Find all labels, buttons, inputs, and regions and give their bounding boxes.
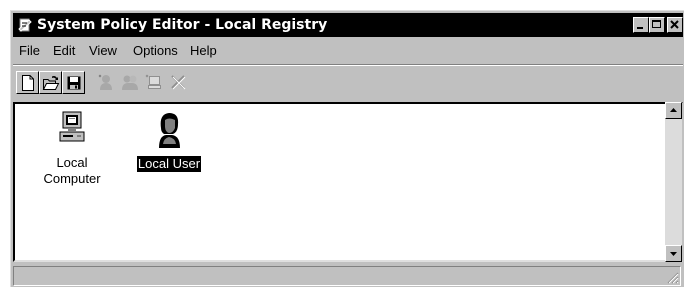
add-computer-button[interactable]	[143, 71, 166, 94]
remove-button[interactable]	[167, 71, 190, 94]
scroll-track[interactable]	[665, 119, 682, 245]
window-title: System Policy Editor - Local Registry	[37, 17, 328, 33]
computer-icon[interactable]	[54, 110, 90, 150]
vertical-scrollbar[interactable]	[665, 102, 682, 262]
add-group-icon	[122, 75, 138, 90]
add-group-button[interactable]	[119, 71, 142, 94]
open-folder-icon	[42, 76, 60, 90]
close-icon	[670, 20, 679, 29]
new-document-icon	[22, 75, 34, 91]
item-label: Local Computer	[43, 155, 101, 186]
policy-editor-window: System Policy Editor - Local Registry Fi…	[10, 10, 684, 287]
policy-editor-icon[interactable]	[17, 17, 33, 33]
save-button[interactable]	[62, 71, 85, 94]
list-item-local-computer[interactable]: Local Computer	[27, 110, 117, 188]
resize-grip-icon[interactable]	[665, 270, 679, 284]
add-user-icon	[98, 74, 112, 90]
remove-x-icon	[171, 75, 186, 90]
save-disk-icon	[67, 76, 81, 90]
menu-edit[interactable]: Edit	[53, 43, 75, 59]
minimize-button[interactable]	[633, 17, 649, 33]
menu-view[interactable]: View	[89, 43, 117, 59]
toolbar-separator	[13, 64, 683, 66]
menu-options[interactable]: Options	[133, 43, 178, 59]
scroll-up-button[interactable]	[665, 102, 682, 119]
policy-list-view[interactable]: Local Computer Local User	[13, 102, 683, 262]
close-button[interactable]	[667, 17, 683, 33]
toolbar	[13, 68, 683, 98]
menu-file[interactable]: File	[19, 43, 40, 59]
menu-help[interactable]: Help	[190, 43, 217, 59]
status-bar	[13, 266, 683, 286]
maximize-button[interactable]	[649, 17, 665, 33]
open-button[interactable]	[39, 71, 62, 94]
add-computer-icon	[145, 74, 161, 89]
maximize-icon	[652, 20, 661, 28]
arrow-down-icon	[670, 252, 677, 256]
item-label-selected: Local User	[135, 155, 203, 173]
new-button[interactable]	[16, 71, 39, 94]
list-item-local-user[interactable]: Local User	[124, 110, 214, 173]
menu-bar: File Edit View Options Help	[13, 40, 683, 62]
minimize-icon	[637, 27, 643, 29]
status-pane	[13, 266, 681, 286]
scroll-down-button[interactable]	[665, 245, 682, 262]
title-bar[interactable]: System Policy Editor - Local Registry	[13, 13, 683, 37]
arrow-up-icon	[670, 108, 677, 112]
user-icon[interactable]	[151, 110, 187, 150]
add-user-button[interactable]	[95, 71, 118, 94]
